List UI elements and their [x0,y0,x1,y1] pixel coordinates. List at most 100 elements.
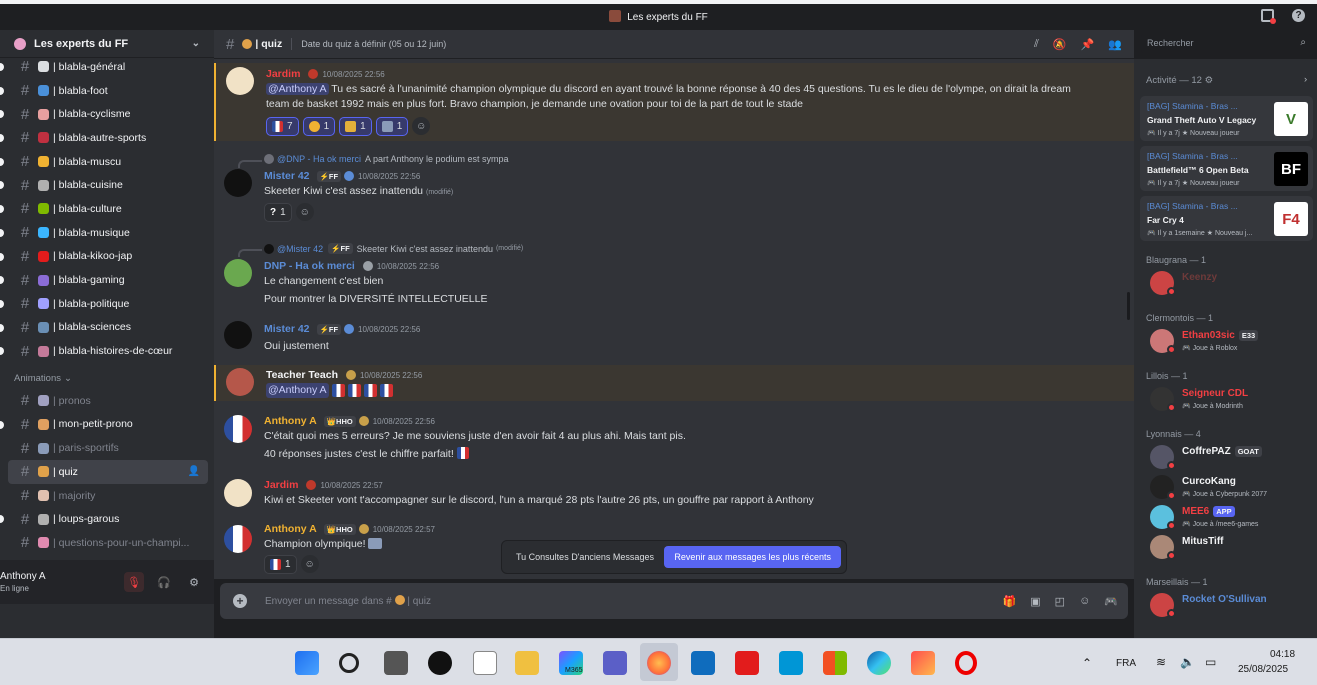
add-reaction-icon[interactable]: ☺ [300,555,319,573]
reaction[interactable]: 7 [266,117,299,136]
file-explorer-icon[interactable] [515,651,539,675]
channel-item[interactable]: # | blabla-sciences [0,316,208,340]
channel-item[interactable]: # | blabla-gaming [0,268,208,292]
reaction[interactable]: 1 [302,117,336,136]
category-animations[interactable]: Animations ⌄ [0,369,214,389]
threads-icon[interactable]: ⫽ [1034,38,1039,51]
message-author[interactable]: Mister 42 [264,323,310,335]
reply-preview[interactable]: @Mister 42 ⚡ FF Skeeter Kiwi c'est assez in… [238,243,523,257]
channel-topic[interactable]: Date du quiz à définir (05 ou 12 juin) [301,39,446,49]
add-reaction-icon[interactable]: ☺ [295,203,314,221]
member-item[interactable]: Seigneur CDL 🎮 Joue à Modrinth [1150,385,1310,415]
channel-item[interactable]: # | blabla-général [0,55,208,79]
channel-item[interactable]: # | blabla-histoires-de-cœur [0,339,208,363]
message-author[interactable]: DNP - Ha ok merci [264,260,355,272]
activity-card[interactable]: [BAG] Stamina - Bras ... Battlefield™ 6 O… [1140,146,1313,191]
gear-icon[interactable]: ⚙ [1205,75,1214,86]
channel-item[interactable]: # | blabla-politique [0,292,208,316]
message-author[interactable]: Jardim [264,479,298,491]
channel-item[interactable]: # | majority [0,484,208,508]
chevron-down-icon[interactable]: ⌄ [192,38,200,49]
member-item[interactable]: Rocket O'Sullivan [1150,591,1310,621]
channel-item[interactable]: # | blabla-cuisine [0,173,208,197]
jump-to-present-button[interactable]: Revenir aux messages les plus récents [664,546,841,568]
language-indicator[interactable]: FRA [1116,658,1136,669]
reaction[interactable]: ? 1 [264,203,292,222]
edge-icon[interactable] [867,651,891,675]
channel-item[interactable]: # | blabla-culture [0,197,208,221]
clock-time[interactable]: 04:18 [1270,649,1295,660]
reaction[interactable]: 1 [339,117,372,136]
gear-icon[interactable]: ⚙ [184,572,204,592]
battery-icon[interactable]: ▭ [1205,655,1216,669]
avatar[interactable] [224,525,252,553]
message-author[interactable]: Anthony A [264,523,317,535]
channel-item[interactable]: # | pronos [0,389,208,413]
channel-item[interactable]: # | loups-garous [0,507,208,531]
ccleaner-icon[interactable] [911,651,935,675]
clock-date[interactable]: 25/08/2025 [1238,664,1288,675]
member-item[interactable]: CurcoKang 🎮 Joue à Cyberpunk 2077 [1150,473,1310,503]
activity-card[interactable]: [BAG] Stamina - Bras ... Far Cry 4 🎮 Il y … [1140,196,1313,241]
message-author[interactable]: Teacher Teach [266,369,338,381]
server-header[interactable]: Les experts du FF ⌄ [0,30,214,58]
channel-item[interactable]: # | blabla-foot [0,79,208,103]
wifi-icon[interactable]: ≋ [1156,655,1166,669]
message-author[interactable]: Jardim [266,68,300,80]
scrollbar[interactable] [1127,292,1130,320]
help-icon[interactable]: ? [1292,9,1305,22]
windows-start-icon[interactable] [295,651,319,675]
reaction[interactable]: 1 [375,117,409,136]
channel-item[interactable]: # | quiz 👤 [8,460,208,484]
user-mention[interactable]: @Anthony A [266,83,329,95]
members-icon[interactable]: 👥 [1108,38,1122,51]
channel-item[interactable]: # | mon-petit-prono [0,413,208,437]
user-mention[interactable]: @Anthony A [266,383,329,398]
channel-item[interactable]: # | blabla-muscu [0,150,208,174]
avatar[interactable] [226,368,254,396]
gift-icon[interactable]: 🎁 [1003,595,1017,608]
search-icon[interactable] [339,653,359,673]
headphones-icon[interactable]: 🎧 [154,572,174,592]
channel-item[interactable]: # | blabla-autre-sports [0,126,208,150]
reply-preview[interactable]: @DNP - Ha ok merci A part Anthony le podi… [238,154,509,168]
record-icon[interactable] [428,651,452,675]
avatar[interactable] [224,479,252,507]
gif-icon[interactable]: ▣ [1030,595,1040,608]
firefox-icon[interactable] [647,651,671,675]
message-author[interactable]: Anthony A [264,415,317,427]
teams-icon[interactable] [603,651,627,675]
message-author[interactable]: Mister 42 [264,170,310,182]
member-item[interactable]: Ethan03sic E33 🎮 Joue à Roblox [1150,327,1310,357]
pin-icon[interactable]: 📌 [1081,38,1095,51]
mic-muted-icon[interactable]: 🎙 [124,572,144,592]
opera-icon[interactable] [955,651,977,675]
chevron-up-icon[interactable]: ⌃ [1082,656,1092,670]
bell-muted-icon[interactable]: 🔕 [1053,38,1067,51]
message-composer[interactable]: + Envoyer un message dans # | quiz 🎁 ▣ ◰… [220,583,1128,619]
member-item[interactable]: MEE6 APP 🎮 Joue à /mee6-games [1150,503,1310,533]
add-reaction-icon[interactable]: ☺ [412,117,431,135]
reaction[interactable]: 1 [264,555,297,574]
task-view-icon[interactable] [384,651,408,675]
channel-item[interactable]: # | paris-sportifs [0,436,208,460]
emoji-icon[interactable]: ☺ [1079,595,1090,608]
avatar[interactable] [224,169,252,197]
member-item[interactable]: CoffrePAZ GOAT [1150,443,1310,473]
outlook-icon[interactable] [691,651,715,675]
file-icon[interactable] [473,651,497,675]
avatar[interactable] [224,259,252,287]
activity-card[interactable]: [BAG] Stamina - Bras ... Grand Theft Auto… [1140,96,1313,141]
user-info[interactable]: Anthony A En ligne [0,571,46,593]
store-icon[interactable] [823,651,847,675]
channel-item[interactable]: # | blabla-musique [0,221,208,245]
search-input[interactable]: Rechercher ⌕ [1141,34,1311,53]
apps-icon[interactable]: 🎮 [1104,595,1118,608]
member-item[interactable]: MitusTiff [1150,533,1310,563]
plus-icon[interactable]: + [233,594,247,608]
add-member-icon[interactable]: 👤 [188,466,200,477]
channel-item[interactable]: # | blabla-kikoo-jap [0,245,208,269]
avatar[interactable] [224,321,252,349]
hp-icon[interactable] [779,651,803,675]
tlc-icon[interactable] [735,651,759,675]
